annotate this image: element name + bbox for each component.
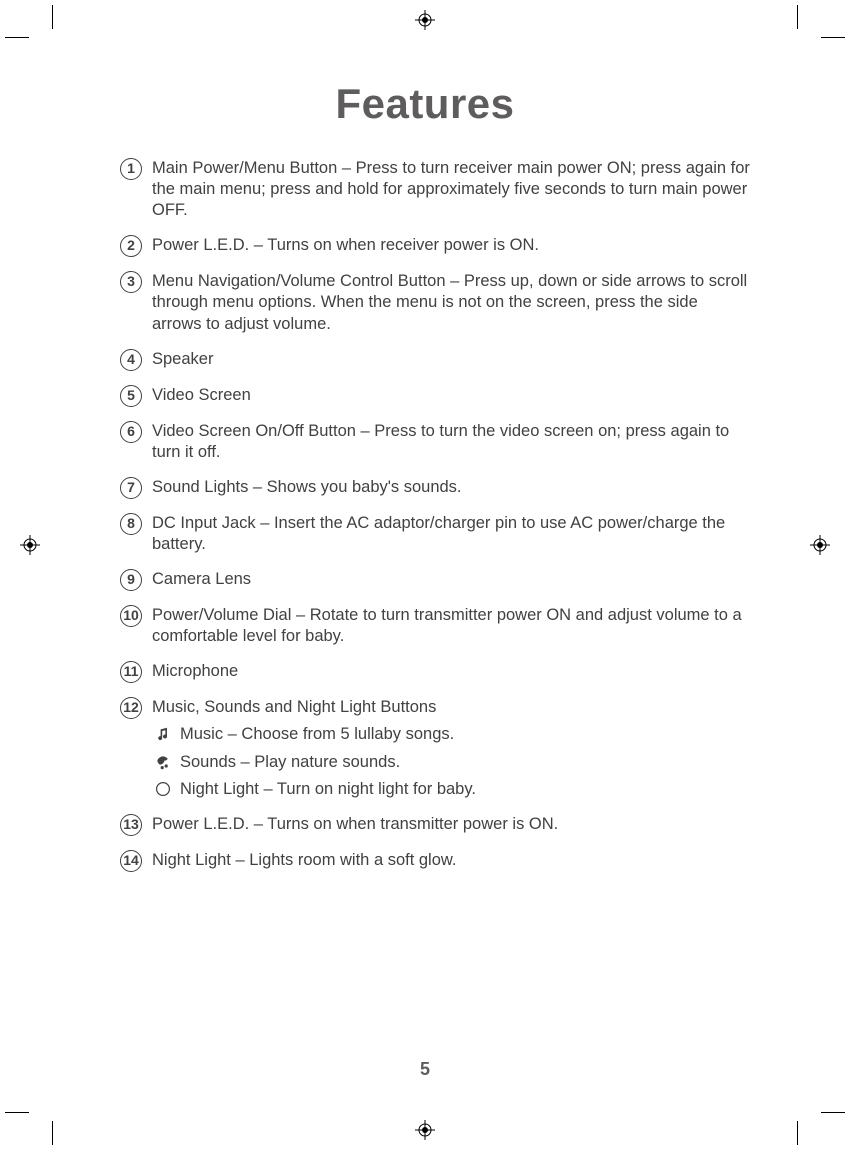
registration-mark-icon [415, 10, 435, 30]
page-number: 5 [0, 1059, 850, 1080]
registration-mark-icon [415, 1120, 435, 1140]
feature-item: 12Music, Sounds and Night Light ButtonsM… [120, 697, 750, 799]
feature-text: Power/Volume Dial – Rotate to turn trans… [152, 605, 750, 647]
feature-number-badge: 3 [120, 271, 142, 293]
feature-description: Main Power/Menu Button – Press to turn r… [152, 158, 750, 221]
feature-item: 14 Night Light – Lights room with a soft … [120, 850, 750, 872]
feature-number-badge: 9 [120, 569, 142, 591]
feature-item: 7 Sound Lights – Shows you baby's sounds. [120, 477, 750, 499]
feature-number-badge: 8 [120, 513, 142, 535]
crop-mark [821, 37, 845, 38]
feature-description: Video Screen On/Off Button – Press to tu… [152, 421, 750, 463]
crop-mark [52, 1121, 53, 1145]
feature-description: Power L.E.D. – Turns on when transmitter… [152, 814, 750, 835]
feature-text: DC Input Jack – Insert the AC adaptor/ch… [152, 513, 750, 555]
feature-number-badge: 4 [120, 349, 142, 371]
feature-text: Main Power/Menu Button – Press to turn r… [152, 158, 750, 221]
feature-text: Video Screen [152, 385, 750, 406]
feature-item: 3 Menu Navigation/Volume Control Button –… [120, 271, 750, 334]
feature-description: Menu Navigation/Volume Control Button – … [152, 271, 750, 334]
feature-number-badge: 2 [120, 235, 142, 257]
feature-text: Camera Lens [152, 569, 750, 590]
feature-text: Video Screen On/Off Button – Press to tu… [152, 421, 750, 463]
feature-item: 4 Speaker [120, 349, 750, 371]
feature-item: 2 Power L.E.D. – Turns on when receiver p… [120, 235, 750, 257]
feature-text: Power L.E.D. – Turns on when receiver po… [152, 235, 750, 256]
feature-sub-text: Music – Choose from 5 lullaby songs. [180, 724, 454, 745]
feature-number-badge: 5 [120, 385, 142, 407]
feature-description: Power L.E.D. – Turns on when receiver po… [152, 235, 750, 256]
feature-item: 10 Power/Volume Dial – Rotate to turn tra… [120, 605, 750, 647]
crop-mark [797, 1121, 798, 1145]
crop-mark [797, 5, 798, 29]
feature-description: Microphone [152, 661, 750, 682]
feature-number-badge: 12 [120, 697, 142, 719]
crop-mark [52, 5, 53, 29]
feature-number-badge: 1 [120, 158, 142, 180]
page-content: Features 1 Main Power/Menu Button – Press… [100, 60, 750, 886]
crop-mark [821, 1112, 845, 1113]
feature-sub-item: Sounds – Play nature sounds. [154, 752, 750, 773]
feature-text: Speaker [152, 349, 750, 370]
feature-item: 11 Microphone [120, 661, 750, 683]
feature-description: Music, Sounds and Night Light Buttons [152, 697, 750, 718]
feature-item: 6 Video Screen On/Off Button – Press to t… [120, 421, 750, 463]
feature-item: 13 Power L.E.D. – Turns on when transmitt… [120, 814, 750, 836]
feature-number-badge: 14 [120, 850, 142, 872]
feature-number-badge: 6 [120, 421, 142, 443]
feature-number-badge: 13 [120, 814, 142, 836]
feature-text: Music, Sounds and Night Light Buttons Mus… [152, 697, 750, 799]
feature-sub-item: Music – Choose from 5 lullaby songs. [154, 724, 750, 745]
registration-mark-icon [810, 535, 830, 555]
registration-mark-icon [20, 535, 40, 555]
feature-item: 1 Main Power/Menu Button – Press to turn … [120, 158, 750, 221]
feature-sub-text: Sounds – Play nature sounds. [180, 752, 400, 773]
feature-text: Sound Lights – Shows you baby's sounds. [152, 477, 750, 498]
feature-description: DC Input Jack – Insert the AC adaptor/ch… [152, 513, 750, 555]
feature-sub-text: Night Light – Turn on night light for ba… [180, 779, 476, 800]
feature-text: Power L.E.D. – Turns on when transmitter… [152, 814, 750, 835]
crop-mark [5, 1112, 29, 1113]
feature-list: 1 Main Power/Menu Button – Press to turn … [100, 158, 750, 872]
feature-description: Speaker [152, 349, 750, 370]
feature-item: 5 Video Screen [120, 385, 750, 407]
feature-number-badge: 7 [120, 477, 142, 499]
feature-description: Power/Volume Dial – Rotate to turn trans… [152, 605, 750, 647]
feature-item: 9 Camera Lens [120, 569, 750, 591]
feature-description: Sound Lights – Shows you baby's sounds. [152, 477, 750, 498]
page-title: Features [100, 80, 750, 128]
feature-number-badge: 11 [120, 661, 142, 683]
night-light-icon [154, 780, 172, 798]
feature-text: Night Light – Lights room with a soft gl… [152, 850, 750, 871]
crop-mark [5, 37, 29, 38]
feature-number-badge: 10 [120, 605, 142, 627]
feature-description: Video Screen [152, 385, 750, 406]
feature-sub-item: Night Light – Turn on night light for ba… [154, 779, 750, 800]
feature-description: Night Light – Lights room with a soft gl… [152, 850, 750, 871]
feature-item: 8 DC Input Jack – Insert the AC adaptor/c… [120, 513, 750, 555]
music-icon [154, 726, 172, 744]
feature-text: Microphone [152, 661, 750, 682]
feature-description: Camera Lens [152, 569, 750, 590]
feature-text: Menu Navigation/Volume Control Button – … [152, 271, 750, 334]
sounds-icon [154, 753, 172, 771]
